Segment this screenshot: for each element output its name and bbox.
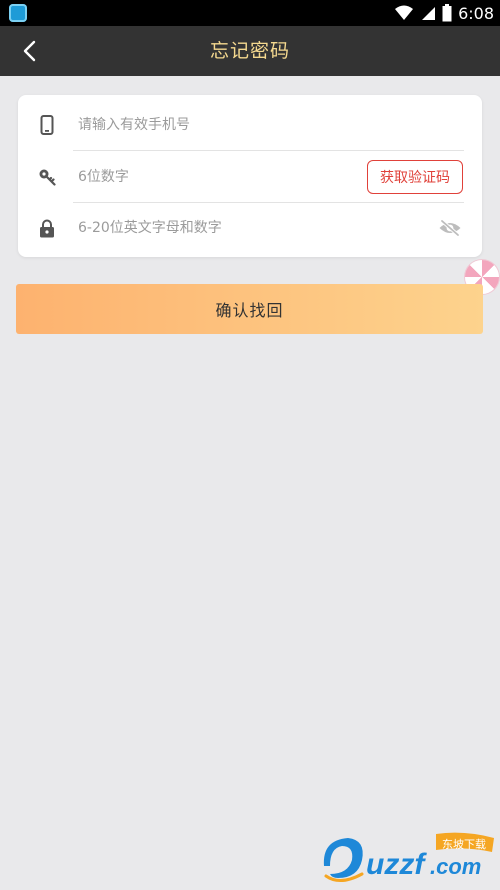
phone-row [18, 99, 482, 151]
status-indicators: 6:08 [394, 0, 494, 26]
wifi-icon [395, 5, 414, 20]
back-button[interactable] [12, 34, 46, 68]
password-row [18, 202, 482, 254]
form-card: 获取验证码 [18, 95, 482, 257]
code-row: 获取验证码 [18, 151, 482, 203]
confirm-button[interactable]: 确认找回 [16, 284, 483, 334]
lock-icon [37, 217, 57, 239]
notification-app-icon [9, 4, 27, 22]
watermark-logo: uzzf .com 东坡下载 [318, 830, 496, 886]
svg-text:东坡下载: 东坡下载 [442, 838, 486, 851]
page-title: 忘记密码 [209, 40, 290, 62]
verification-code-input[interactable] [76, 161, 350, 193]
status-time: 6:08 [458, 3, 494, 23]
signal-icon [422, 7, 436, 20]
password-input[interactable] [76, 212, 350, 244]
app-bar: 忘记密码 [0, 26, 500, 76]
get-code-button[interactable]: 获取验证码 [367, 160, 463, 194]
toggle-password-visibility-button[interactable] [437, 217, 463, 239]
battery-icon [442, 4, 452, 22]
eye-off-icon [439, 219, 461, 237]
phone-icon [37, 114, 57, 136]
status-bar: 6:08 [0, 0, 500, 26]
svg-text:uzzf: uzzf [366, 848, 427, 881]
back-chevron-icon [23, 40, 36, 62]
phone-input[interactable] [76, 109, 350, 141]
svg-text:.com: .com [430, 854, 481, 879]
key-icon [37, 166, 57, 188]
